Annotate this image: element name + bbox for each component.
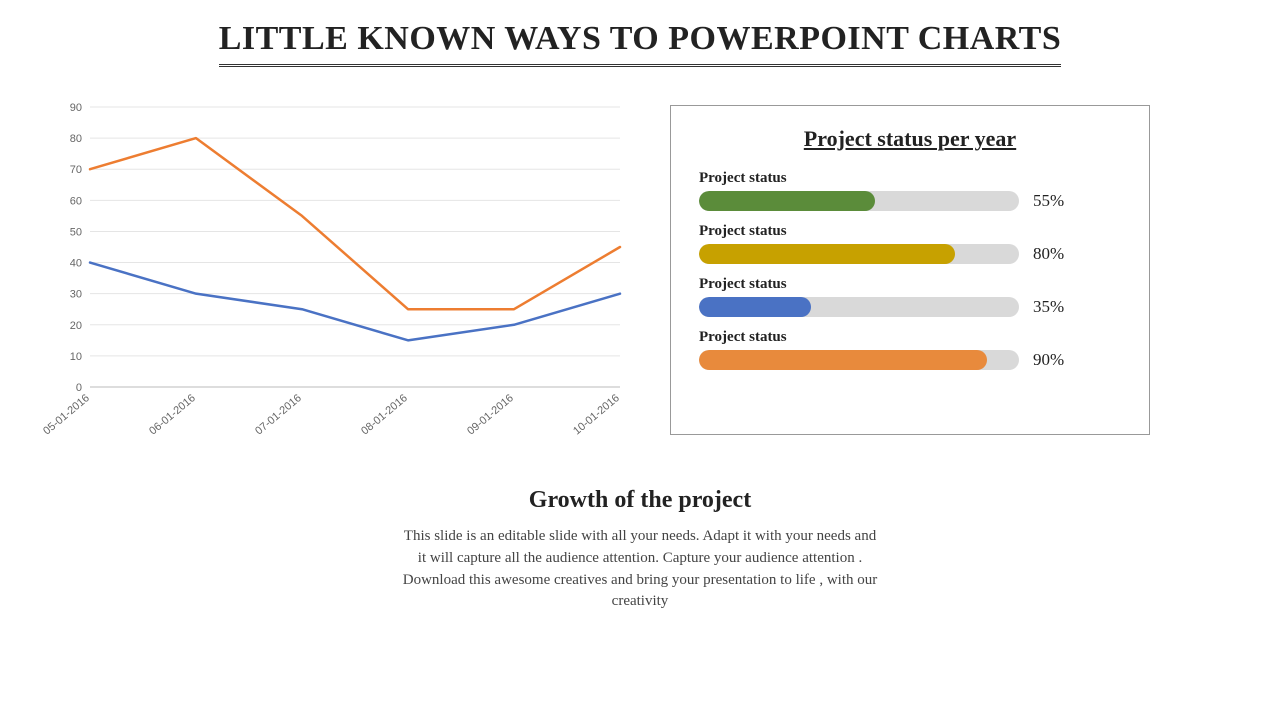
line-chart: 0 10 20 30 40 50 60 70 80 90 05-01-2016 06-01-2016 0… [40,97,640,457]
svg-text:0: 0 [76,382,82,394]
bar-label: Project status [699,276,1121,293]
progress-bar-3: Project status 90% [699,329,1121,370]
bar-row: 80% [699,244,1121,264]
svg-text:50: 50 [70,226,82,238]
progress-bar-0: Project status 55% [699,170,1121,211]
bar-fill [699,297,811,317]
svg-text:08-01-2016: 08-01-2016 [359,392,410,437]
bar-track [699,191,1019,211]
svg-text:10-01-2016: 10-01-2016 [571,392,622,437]
progress-bar-1: Project status 80% [699,223,1121,264]
bar-label: Project status [699,223,1121,240]
svg-text:09-01-2016: 09-01-2016 [465,392,516,437]
content-row: 0 10 20 30 40 50 60 70 80 90 05-01-2016 06-01-2016 0… [40,97,1240,457]
bar-percent: 35% [1033,297,1064,317]
svg-text:20: 20 [70,320,82,332]
bar-fill [699,244,955,264]
slide: LITTLE KNOWN WAYS TO POWERPOINT CHARTS 0… [0,0,1280,720]
bar-track [699,350,1019,370]
svg-text:06-01-2016: 06-01-2016 [147,392,198,437]
svg-text:80: 80 [70,133,82,145]
page-title: LITTLE KNOWN WAYS TO POWERPOINT CHARTS [219,20,1062,67]
footer-text: This slide is an editable slide with all… [300,526,980,613]
bar-row: 90% [699,350,1121,370]
svg-text:05-01-2016: 05-01-2016 [41,392,92,437]
svg-text:10: 10 [70,351,82,363]
bars-container: Project status55%Project status80%Projec… [699,170,1121,370]
svg-text:70: 70 [70,164,82,176]
bar-row: 55% [699,191,1121,211]
line-chart-svg: 0 10 20 30 40 50 60 70 80 90 05-01-2016 06-01-2016 0… [40,97,640,457]
status-panel: Project status per year Project status 55… [670,105,1150,435]
svg-text:40: 40 [70,258,82,270]
bar-percent: 80% [1033,244,1064,264]
progress-bar-2: Project status 35% [699,276,1121,317]
bar-percent: 90% [1033,350,1064,370]
bar-percent: 55% [1033,191,1064,211]
bar-label: Project status [699,170,1121,187]
bar-label: Project status [699,329,1121,346]
svg-text:60: 60 [70,195,82,207]
svg-text:07-01-2016: 07-01-2016 [253,392,304,437]
panel-title: Project status per year [699,126,1121,152]
footer-title: Growth of the project [300,487,980,514]
bar-track [699,244,1019,264]
footer-block: Growth of the project This slide is an e… [300,487,980,613]
svg-text:30: 30 [70,289,82,301]
bar-row: 35% [699,297,1121,317]
bar-fill [699,350,987,370]
bar-fill [699,191,875,211]
bar-track [699,297,1019,317]
svg-text:90: 90 [70,102,82,114]
